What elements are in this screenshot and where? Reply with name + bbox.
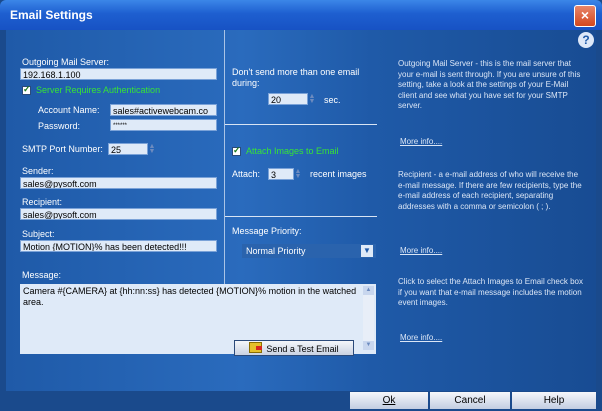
smtp-port-input[interactable]: 25 bbox=[108, 143, 148, 155]
smtp-port-label: SMTP Port Number: bbox=[22, 144, 103, 154]
ok-label: Ok bbox=[382, 395, 396, 406]
help-attach-images: Click to select the Attach Images to Ema… bbox=[398, 277, 583, 307]
send-test-email-label: Send a Test Email bbox=[266, 344, 339, 354]
outgoing-server-label: Outgoing Mail Server: bbox=[22, 57, 110, 67]
priority-label: Message Priority: bbox=[232, 226, 302, 236]
section-divider-1 bbox=[225, 124, 377, 125]
recipient-input[interactable]: sales@pysoft.com bbox=[20, 208, 217, 220]
sender-label: Sender: bbox=[22, 166, 54, 176]
scroll-down-icon[interactable]: ▼ bbox=[363, 341, 374, 350]
help-outgoing-server: Outgoing Mail Server - this is the mail … bbox=[398, 59, 581, 110]
section-divider-2 bbox=[225, 216, 377, 217]
smtp-port-spinner[interactable]: ▲ ▼ bbox=[148, 143, 156, 155]
more-info-link-2[interactable]: More info.... bbox=[400, 246, 442, 255]
close-button[interactable]: × bbox=[574, 5, 596, 27]
column-divider bbox=[224, 30, 225, 317]
cancel-label: Cancel bbox=[454, 395, 486, 406]
email-icon bbox=[249, 342, 263, 353]
ok-button[interactable]: Ok bbox=[350, 392, 428, 409]
message-label: Message: bbox=[22, 270, 62, 280]
help-question-icon[interactable]: ? bbox=[578, 32, 594, 48]
attach-count-input[interactable]: 3 bbox=[268, 168, 294, 180]
chevron-down-icon[interactable]: ▼ bbox=[361, 245, 373, 257]
recipient-label: Recipient: bbox=[22, 197, 63, 207]
account-name-label: Account Name: bbox=[38, 105, 100, 115]
more-info-link-1[interactable]: More info.... bbox=[400, 137, 442, 146]
window-title: Email Settings bbox=[10, 8, 93, 22]
scroll-up-icon[interactable]: ▲ bbox=[363, 286, 374, 295]
title-bar: Email Settings × bbox=[0, 0, 602, 30]
auth-label: Server Requires Authentication bbox=[36, 85, 161, 95]
subject-label: Subject: bbox=[22, 229, 55, 239]
sender-input[interactable]: sales@pysoft.com bbox=[20, 177, 217, 189]
attach-count-suffix: recent images bbox=[310, 169, 367, 179]
rate-label-line1: Don't send more than one email bbox=[232, 67, 360, 77]
rate-unit: sec. bbox=[324, 95, 341, 105]
attach-count-spinner[interactable]: ▲ ▼ bbox=[294, 168, 302, 180]
password-label: Password: bbox=[38, 121, 81, 131]
help-button[interactable]: Help bbox=[512, 392, 596, 409]
help-recipient: Recipient - a e-mail address of who will… bbox=[398, 170, 582, 211]
rate-input[interactable]: 20 bbox=[268, 93, 308, 105]
password-input[interactable]: ****** bbox=[110, 119, 217, 131]
cancel-button[interactable]: Cancel bbox=[430, 392, 510, 409]
subject-input[interactable]: Motion {MOTION}% has been detected!!! bbox=[20, 240, 217, 252]
message-text: Camera #{CAMERA} at {hh:nn:ss} has detec… bbox=[23, 286, 357, 307]
auth-checkbox[interactable] bbox=[22, 84, 31, 95]
send-test-email-button[interactable]: Send a Test Email bbox=[234, 340, 354, 356]
priority-value: Normal Priority bbox=[246, 246, 306, 256]
outgoing-server-input[interactable]: 192.168.1.100 bbox=[20, 68, 217, 80]
rate-spinner[interactable]: ▲ ▼ bbox=[308, 93, 316, 105]
attach-checkbox[interactable] bbox=[232, 145, 241, 156]
account-name-input[interactable]: sales#activewebcam.co bbox=[110, 104, 217, 116]
attach-label: Attach Images to Email bbox=[246, 146, 339, 156]
attach-count-label: Attach: bbox=[232, 169, 261, 179]
more-info-link-3[interactable]: More info.... bbox=[400, 333, 442, 342]
message-scrollbar[interactable]: ▲ ▼ bbox=[363, 286, 374, 350]
help-label: Help bbox=[543, 395, 565, 406]
close-icon: × bbox=[580, 7, 590, 23]
rate-label-line2: during: bbox=[232, 78, 260, 88]
priority-dropdown[interactable]: Normal Priority bbox=[242, 244, 376, 258]
